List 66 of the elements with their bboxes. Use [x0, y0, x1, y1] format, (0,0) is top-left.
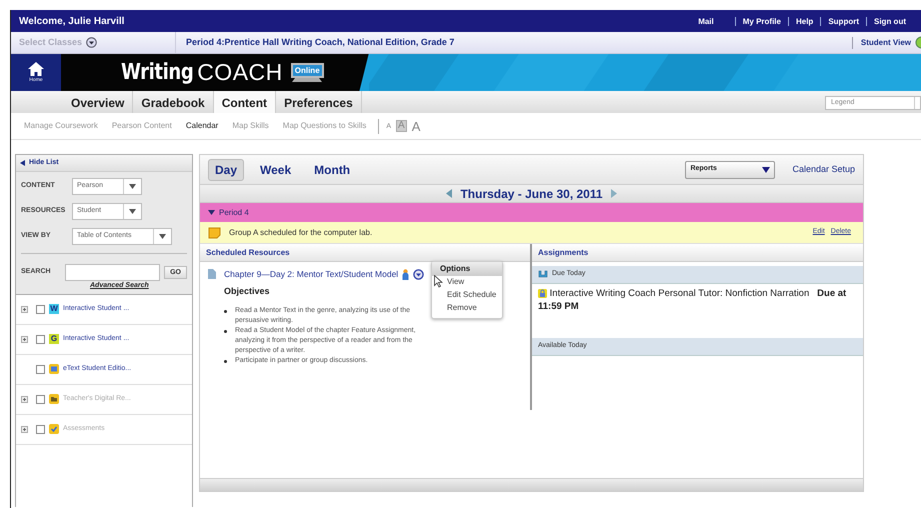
letter-icon: G — [49, 334, 59, 344]
sticky-note-icon — [208, 226, 221, 238]
note-text: Group A scheduled for the computer lab. — [229, 226, 372, 238]
logo-text: COACH — [197, 58, 283, 88]
dropdown-icon[interactable] — [86, 37, 98, 48]
view-tab[interactable]: Month — [307, 158, 358, 180]
class-title: Period 4:Prentice Hall Writing Coach, National Edition, Grade 7 — [185, 36, 454, 49]
laptop-base-icon — [292, 78, 322, 82]
header-link[interactable]: Sign out — [866, 16, 913, 26]
header-link[interactable]: My Profile — [734, 16, 788, 26]
next-day-icon[interactable] — [610, 189, 617, 198]
search-field[interactable] — [65, 264, 160, 281]
checkmark-icon — [49, 424, 59, 434]
header-link[interactable]: Mail — [691, 16, 721, 26]
bullet-icon — [224, 330, 227, 334]
letter-icon: W — [49, 304, 59, 314]
book-icon — [49, 364, 59, 374]
objectives-heading: Objectives — [224, 284, 270, 298]
menu-title: Options — [432, 262, 502, 276]
home-icon — [26, 60, 45, 77]
cup-icon — [538, 270, 548, 279]
person-icon — [402, 268, 410, 280]
caret-icon — [762, 166, 770, 172]
period-label[interactable]: Period 4 — [219, 206, 249, 218]
view-tab[interactable]: Week — [253, 158, 298, 180]
nav-tab[interactable]: Overview — [63, 91, 134, 113]
menu-item[interactable]: View — [432, 276, 502, 289]
lock-icon — [538, 288, 547, 298]
nav-tab[interactable]: Preferences — [276, 91, 362, 113]
calendar-setup-link[interactable]: Calendar Setup — [792, 162, 855, 176]
options-dropdown-icon[interactable] — [413, 268, 424, 280]
assignment-link[interactable]: Interactive Writing Coach Personal Tutor: Nonfiction Narration — [550, 288, 810, 299]
caret-icon — [20, 160, 25, 166]
student-view-link[interactable]: Student View — [852, 36, 911, 48]
caret-icon — [159, 234, 166, 239]
column-title: Scheduled Resources — [206, 246, 290, 258]
student-view-icon[interactable] — [915, 36, 921, 49]
date-title: Thursday - June 30, 2011 — [460, 186, 603, 202]
checkbox[interactable] — [36, 334, 45, 344]
online-badge: Online — [290, 63, 324, 78]
caret-icon[interactable] — [208, 209, 215, 216]
caret-icon — [129, 184, 136, 189]
cursor-icon — [434, 275, 443, 288]
bullet-icon — [224, 360, 227, 364]
font-size-option[interactable]: A — [410, 120, 422, 132]
bullet-icon — [224, 310, 227, 314]
sub-nav-link[interactable]: Calendar — [186, 120, 218, 132]
expand-icon[interactable] — [21, 336, 28, 342]
view-tab[interactable]: Day — [208, 158, 244, 180]
assignment-text: Interactive Writing Coach Personal Tutor: Nonfiction Narration Due at 11:59 PM — [537, 287, 848, 314]
document-icon — [208, 269, 216, 280]
resource-link[interactable]: Chapter 9—Day 2: Mentor Text/Student Model — [224, 268, 398, 281]
nav-tab[interactable]: Content — [214, 91, 276, 113]
caret-icon — [129, 209, 136, 214]
menu-item[interactable]: Remove — [432, 302, 502, 314]
folder-icon — [49, 394, 59, 404]
previous-day-icon[interactable] — [446, 189, 452, 198]
menu-item[interactable]: Edit Schedule — [432, 288, 502, 302]
logo-text: Writing — [120, 59, 194, 87]
checkbox[interactable] — [36, 364, 45, 374]
header-link[interactable]: Support — [820, 16, 866, 26]
expand-icon[interactable] — [21, 306, 28, 312]
checkbox[interactable] — [36, 304, 45, 314]
column-title: Assignments — [538, 246, 588, 258]
header-link[interactable]: Help — [788, 16, 820, 26]
welcome-text: Welcome, Julie Harvill — [19, 14, 124, 28]
